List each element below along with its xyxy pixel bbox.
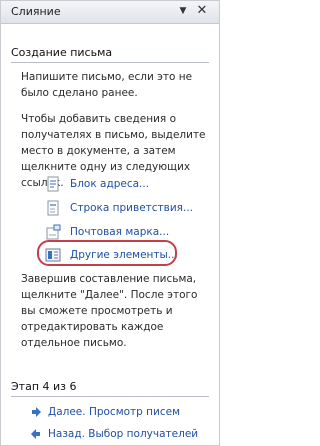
pane-titlebar: Слияние ▼ ✕ — [1, 1, 219, 24]
section-title: Создание письма — [11, 46, 113, 59]
arrow-right-icon — [32, 407, 41, 417]
pane-menu-button[interactable]: ▼ — [176, 4, 190, 18]
step-indicator: Этап 4 из 6 — [11, 380, 77, 393]
postage-label: Почтовая марка... — [70, 226, 170, 238]
greeting-line-icon — [47, 200, 59, 216]
mail-merge-pane: Слияние ▼ ✕ Создание письма Напишите пис… — [0, 0, 220, 446]
highlight-outline — [37, 240, 177, 266]
postage-icon — [46, 224, 61, 240]
greeting-line-label: Строка приветствия... — [70, 202, 194, 214]
address-block-icon — [47, 176, 59, 192]
section-divider — [11, 62, 209, 63]
pane-title: Слияние — [11, 5, 61, 18]
step-divider — [11, 396, 209, 397]
finish-instruction-text: Завершив составление письма, щелкните "Д… — [21, 273, 198, 349]
address-block-label: Блок адреса... — [70, 178, 150, 190]
next-step-label: Далее. Просмотр писем — [48, 406, 181, 418]
instruction-text-1: Напишите письмо, если это не было сделан… — [21, 71, 193, 99]
previous-step-label: Назад. Выбор получателей — [48, 428, 199, 440]
arrow-left-icon — [31, 429, 40, 439]
pane-close-button[interactable]: ✕ — [195, 4, 209, 18]
